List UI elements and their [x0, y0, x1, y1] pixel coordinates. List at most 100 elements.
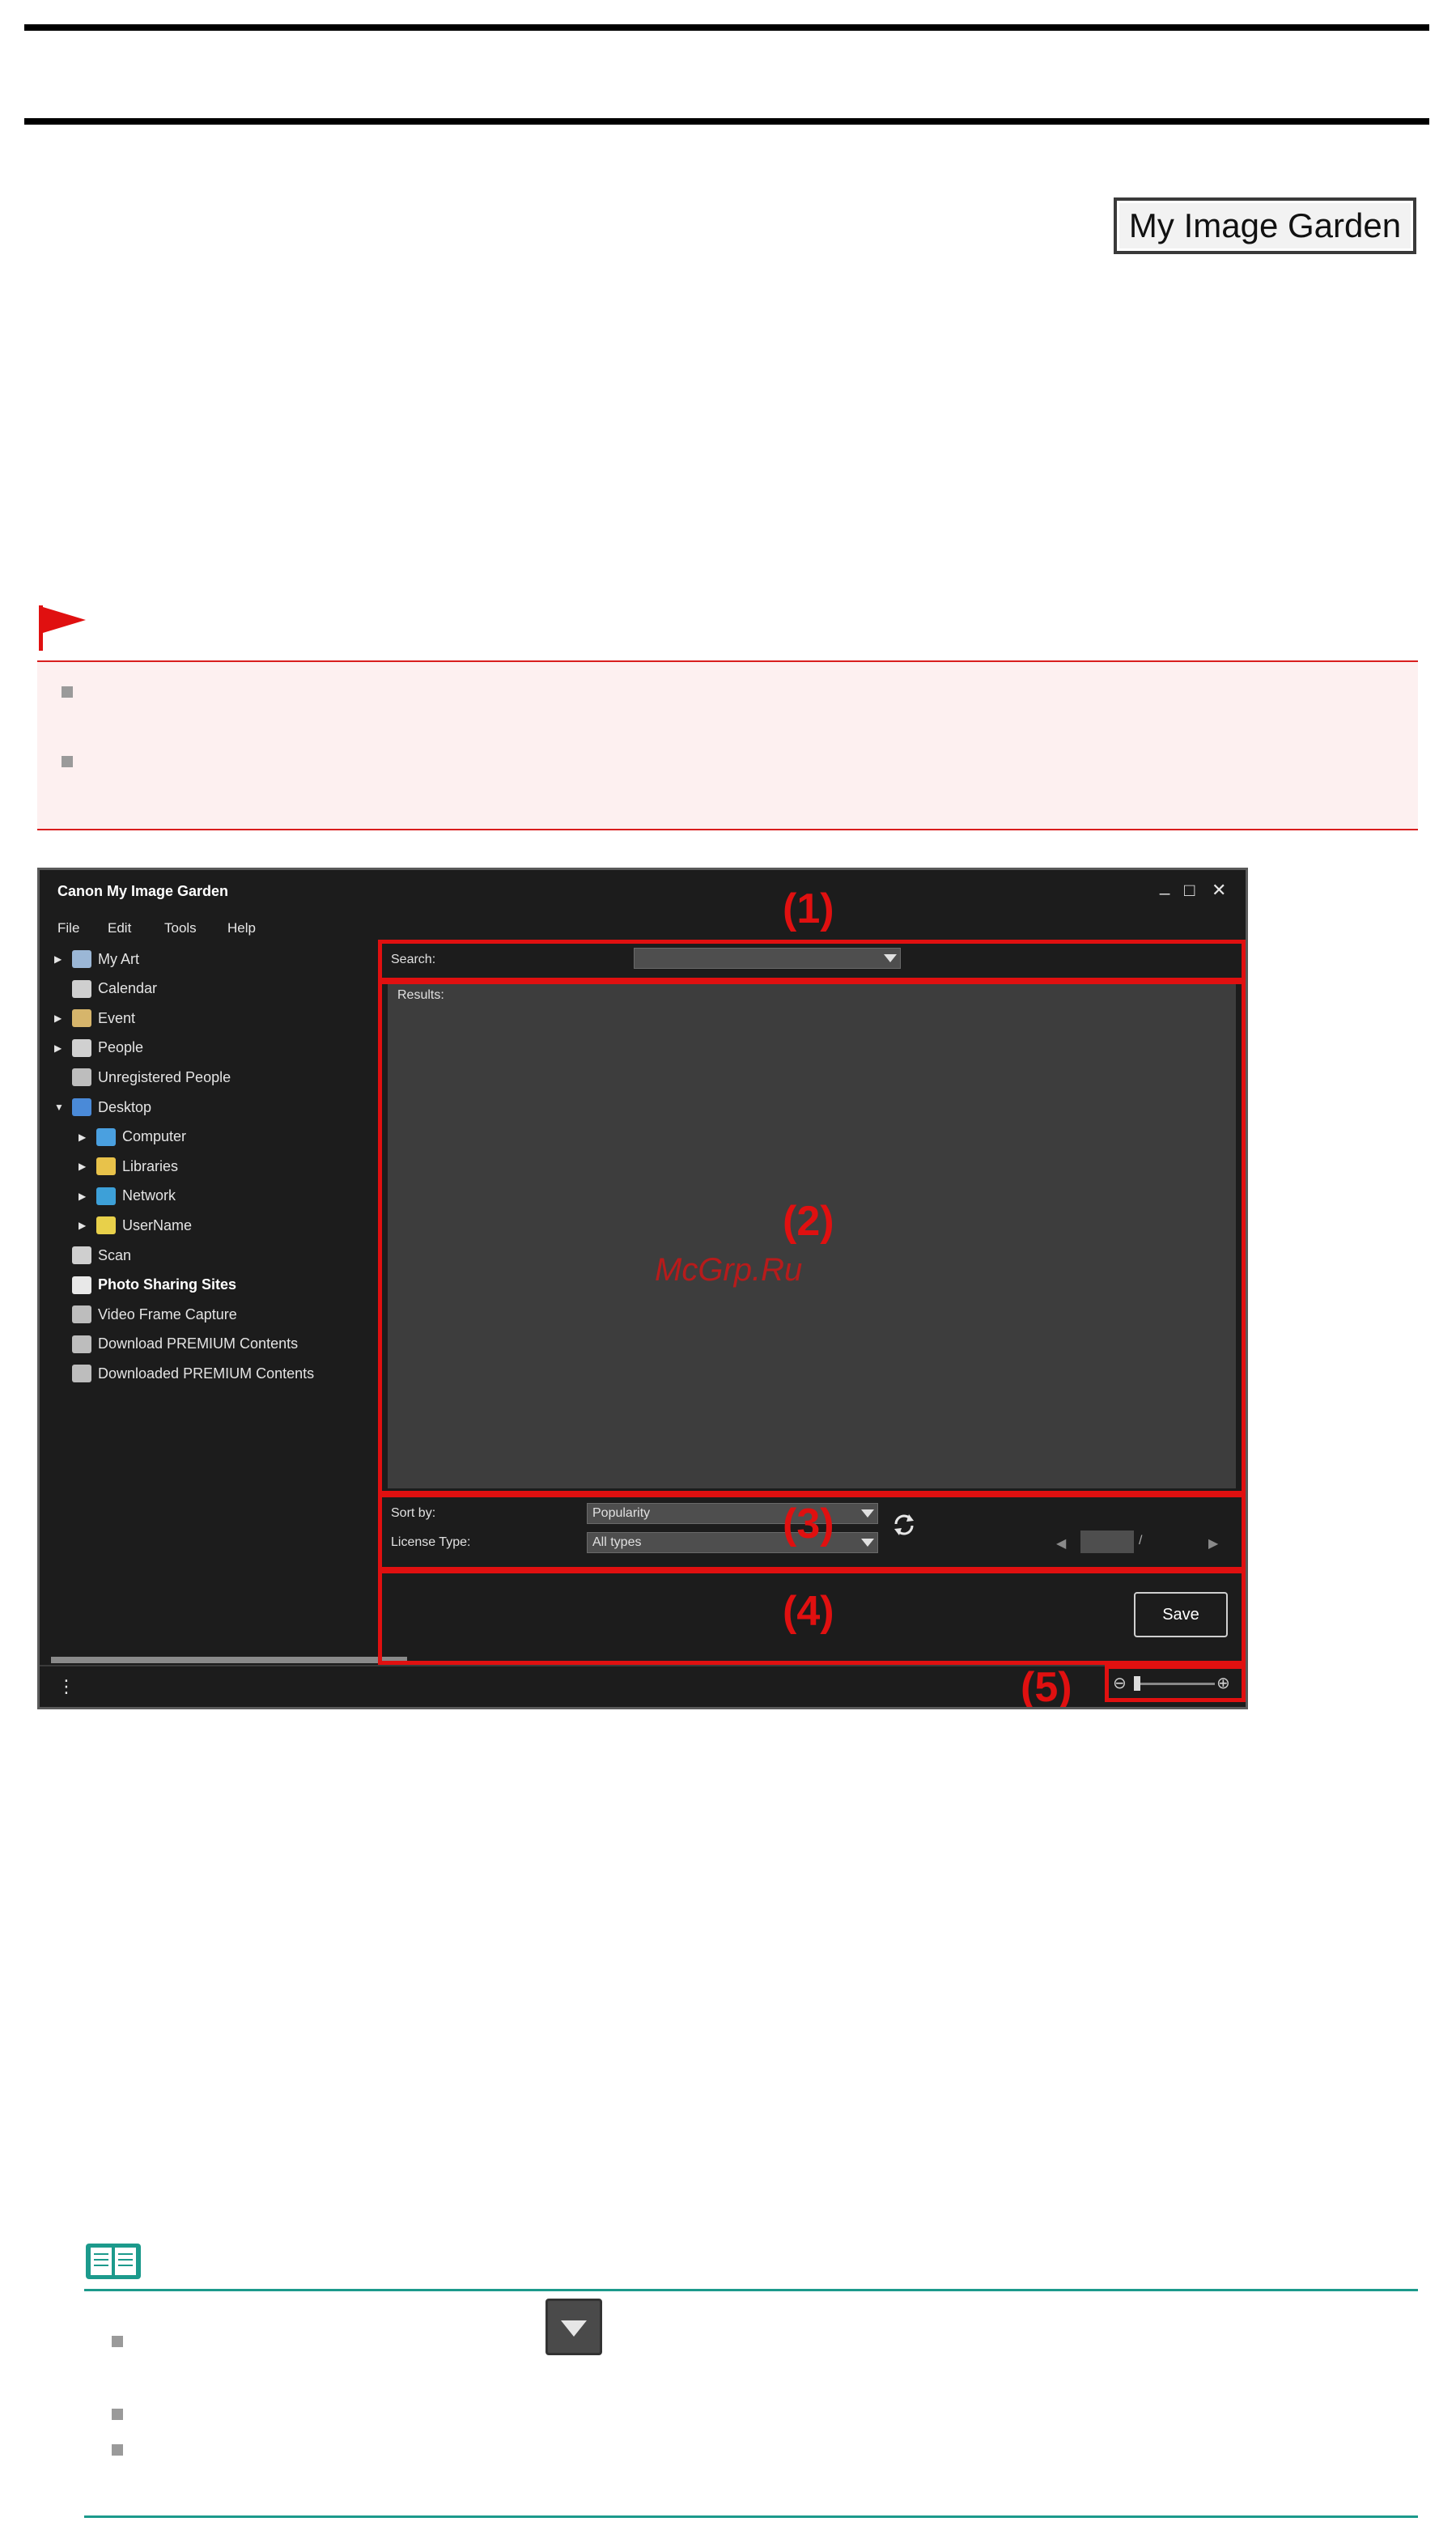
event-icon: [72, 1009, 91, 1028]
note-book-icon: [86, 2244, 141, 2279]
region-label-5: (5): [1021, 1664, 1072, 1709]
tree-item-label: People: [98, 1039, 144, 1056]
license-type-value: All types: [592, 1535, 642, 1549]
region-label-2: (2): [783, 1198, 834, 1245]
zoom-slider-thumb[interactable]: [1134, 1676, 1140, 1691]
tree-item-photo-sharing-sites[interactable]: Photo Sharing Sites: [54, 1272, 236, 1298]
app-window: Canon My Image Garden _ □ ✕ File Edit To…: [37, 868, 1248, 1709]
zoom-in-icon[interactable]: ⊕: [1216, 1673, 1230, 1693]
libraries-icon: [96, 1157, 116, 1176]
tree-item-downloaded-premium-contents[interactable]: Downloaded PREMIUM Contents: [54, 1361, 314, 1386]
tree-item-label: Photo Sharing Sites: [98, 1276, 237, 1293]
note-bottom-rule: [84, 2515, 1418, 2518]
network-icon: [96, 1187, 116, 1205]
expand-right-icon[interactable]: ▶: [54, 1013, 72, 1024]
dropdown-arrow-button-icon: [545, 2299, 602, 2355]
chevron-down-icon: [861, 1539, 874, 1547]
region-label-4: (4): [783, 1588, 834, 1635]
window-title: Canon My Image Garden: [57, 883, 229, 899]
tree-item-libraries[interactable]: ▶ Libraries: [79, 1153, 178, 1179]
tree-item-unregistered-people[interactable]: Unregistered People: [54, 1064, 231, 1090]
tree-item-computer[interactable]: ▶ Computer: [79, 1124, 186, 1150]
search-label: Search:: [391, 953, 436, 966]
tree-item-label: Desktop: [98, 1098, 152, 1115]
tree-item-download-premium-contents[interactable]: Download PREMIUM Contents: [54, 1331, 298, 1357]
menu-file[interactable]: File: [57, 920, 79, 936]
people-icon: [72, 1038, 91, 1057]
unregistered-people-icon: [72, 1068, 91, 1087]
caution-bullet: [62, 686, 73, 698]
my-art-icon: [72, 950, 91, 968]
photo-sharing-icon: [72, 1276, 91, 1294]
maximize-icon[interactable]: □: [1184, 880, 1195, 901]
header-rule: [24, 118, 1429, 125]
tree-item-label: Download PREMIUM Contents: [98, 1335, 299, 1352]
save-button[interactable]: Save: [1134, 1592, 1228, 1637]
tree-item-label: Network: [122, 1187, 176, 1204]
tree-item-label: Libraries: [122, 1157, 179, 1174]
tree-item-calendar[interactable]: Calendar: [54, 976, 157, 1002]
expand-right-icon[interactable]: ▶: [79, 1131, 96, 1143]
caution-flag-icon: [39, 605, 86, 651]
downloaded-premium-icon: [72, 1365, 91, 1383]
top-rule: [24, 24, 1429, 31]
expand-right-icon[interactable]: ▶: [79, 1161, 96, 1172]
caution-bullet: [62, 756, 73, 767]
zoom-slider-track[interactable]: [1134, 1683, 1215, 1685]
tree-item-label: Unregistered People: [98, 1068, 231, 1085]
close-icon[interactable]: ✕: [1212, 880, 1226, 901]
expand-right-icon[interactable]: ▶: [54, 1042, 72, 1054]
refresh-icon[interactable]: [891, 1513, 917, 1537]
user-folder-icon: [96, 1216, 116, 1235]
video-frame-icon: [72, 1305, 91, 1324]
note-bullet: [112, 2409, 123, 2420]
tree-item-label: My Art: [98, 950, 140, 967]
download-premium-icon: [72, 1335, 91, 1353]
results-label: Results:: [397, 988, 444, 1002]
tree-item-event[interactable]: ▶ Event: [54, 1005, 135, 1031]
desktop-icon: [72, 1098, 91, 1116]
menu-tools[interactable]: Tools: [164, 920, 197, 936]
tree-item-label: Calendar: [98, 980, 158, 997]
expand-down-icon[interactable]: ▼: [54, 1102, 72, 1113]
tree-item-people[interactable]: ▶ People: [54, 1035, 143, 1061]
chevron-down-icon: [861, 1509, 874, 1518]
page-number-input[interactable]: [1080, 1530, 1134, 1553]
license-type-select[interactable]: All types: [587, 1532, 878, 1553]
note-top-rule: [84, 2289, 1418, 2291]
expand-right-icon[interactable]: ▶: [79, 1191, 96, 1202]
watermark: McGrp.Ru: [655, 1252, 803, 1288]
tree-item-network[interactable]: ▶ Network: [79, 1183, 176, 1209]
expand-right-icon[interactable]: ▶: [54, 953, 72, 965]
previous-page-icon[interactable]: ◀: [1056, 1535, 1066, 1552]
tree-item-my-art[interactable]: ▶ My Art: [54, 946, 139, 972]
tree-item-username[interactable]: ▶ UserName: [79, 1212, 192, 1238]
menu-help[interactable]: Help: [227, 920, 256, 936]
license-type-label: License Type:: [391, 1535, 471, 1549]
left-pane-scrollbar[interactable]: [51, 1657, 407, 1663]
chevron-down-icon: [884, 954, 897, 962]
computer-icon: [96, 1127, 116, 1146]
minimize-icon[interactable]: _: [1160, 875, 1169, 896]
expand-right-icon[interactable]: ▶: [79, 1220, 96, 1231]
tree-item-scan[interactable]: Scan: [54, 1242, 131, 1268]
my-image-garden-logo: My Image Garden: [1114, 197, 1416, 254]
zoom-out-icon[interactable]: ⊖: [1113, 1673, 1127, 1693]
tree-item-label: Video Frame Capture: [98, 1305, 237, 1322]
menu-edit[interactable]: Edit: [108, 920, 131, 936]
tree-item-desktop[interactable]: ▼ Desktop: [54, 1094, 151, 1120]
search-dropdown[interactable]: [634, 948, 901, 969]
tree-item-label: Scan: [98, 1246, 132, 1263]
tree-item-label: Computer: [122, 1128, 187, 1145]
next-page-icon[interactable]: ▶: [1208, 1535, 1218, 1552]
sort-by-select[interactable]: Popularity: [587, 1503, 878, 1524]
caution-box: [37, 660, 1418, 830]
status-menu-icon[interactable]: ⋮: [57, 1676, 75, 1697]
scan-icon: [72, 1246, 91, 1264]
sort-by-value: Popularity: [592, 1506, 651, 1520]
tree-item-video-frame-capture[interactable]: Video Frame Capture: [54, 1301, 237, 1327]
tree-item-label: Downloaded PREMIUM Contents: [98, 1365, 315, 1382]
page-separator: /: [1139, 1534, 1143, 1547]
note-bullet: [112, 2444, 123, 2456]
tree-item-label: UserName: [122, 1216, 193, 1233]
